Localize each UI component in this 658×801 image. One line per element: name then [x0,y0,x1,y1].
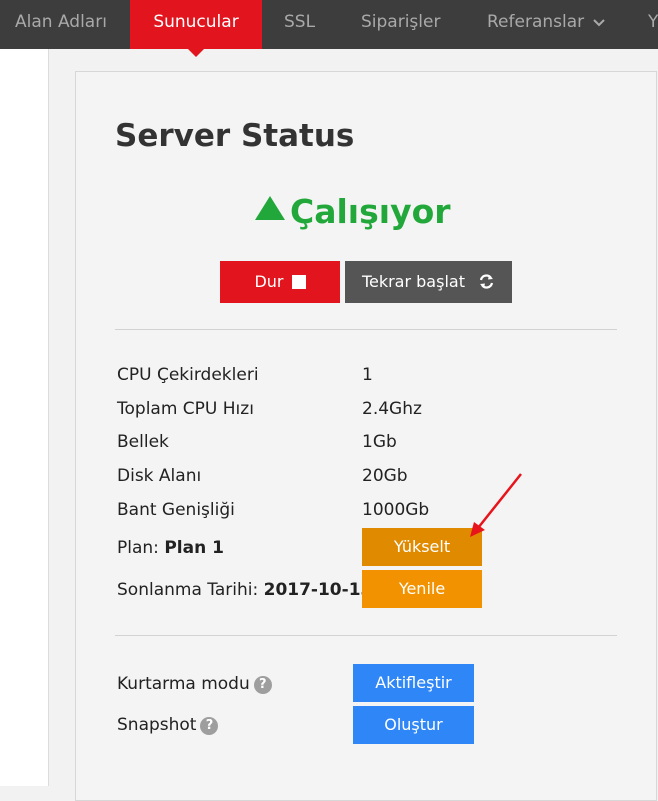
renew-button[interactable]: Yenile [362,570,482,608]
status-indicator: Çalışıyor [254,190,451,231]
nav-item-referrals-label: Referanslar [487,12,585,32]
expiry-row: Sonlanma Tarihi: 2017-10-13 [117,580,372,600]
triangle-up-icon [254,190,286,229]
spec-value-memory: 1Gb [362,432,397,452]
nav-item-ssl[interactable]: SSL [284,0,315,49]
plan-value: Plan 1 [164,538,224,558]
nav-item-servers[interactable]: Sunucular [130,0,262,57]
rescue-row: Kurtarma modu? [117,674,272,694]
expiry-label: Sonlanma Tarihi: [117,580,259,600]
nav-item-domains[interactable]: Alan Adları [15,0,107,49]
restart-button[interactable]: Tekrar başlat [345,261,512,303]
nav-item-referrals[interactable]: Referanslar [487,0,605,49]
activate-rescue-button[interactable]: Aktifleştir [353,664,474,702]
refresh-icon [478,264,495,306]
stop-button-label: Dur [254,272,284,291]
square-stop-icon [291,275,306,289]
divider [115,329,617,330]
plan-row: Plan: Plan 1 [117,538,224,558]
question-circle-icon[interactable]: ? [200,717,219,735]
rescue-label: Kurtarma modu [117,674,250,694]
spec-value-cpu-cores: 1 [362,365,373,385]
snapshot-label: Snapshot [117,715,197,735]
top-nav: Alan Adları Sunucular SSL Siparişler Ref… [0,0,658,57]
spec-label-memory: Bellek [117,432,169,452]
spec-value-disk: 20Gb [362,466,408,486]
nav-item-orders[interactable]: Siparişler [361,0,440,49]
stop-button[interactable]: Dur [220,261,340,303]
page-title: Server Status [115,118,355,154]
spec-label-bandwidth: Bant Genişliği [117,500,235,520]
spec-value-cpu-speed: 2.4Ghz [362,399,422,419]
chevron-down-icon [592,1,605,45]
expiry-value: 2017-10-13 [263,580,373,600]
status-text: Çalışıyor [290,192,451,231]
question-circle-icon[interactable]: ? [253,676,272,694]
spec-label-cpu-speed: Toplam CPU Hızı [117,399,254,419]
plan-label: Plan: [117,538,159,558]
upgrade-button[interactable]: Yükselt [362,528,482,566]
restart-button-label: Tekrar başlat [361,272,465,291]
nav-item-overflow[interactable]: Y [648,0,658,49]
divider [115,635,617,636]
spec-label-cpu-cores: CPU Çekirdekleri [117,365,259,385]
spec-value-bandwidth: 1000Gb [362,500,430,520]
create-snapshot-button[interactable]: Oluştur [353,706,474,744]
spec-label-disk: Disk Alanı [117,466,202,486]
left-sidebar [0,49,49,786]
snapshot-row: Snapshot? [117,715,219,735]
